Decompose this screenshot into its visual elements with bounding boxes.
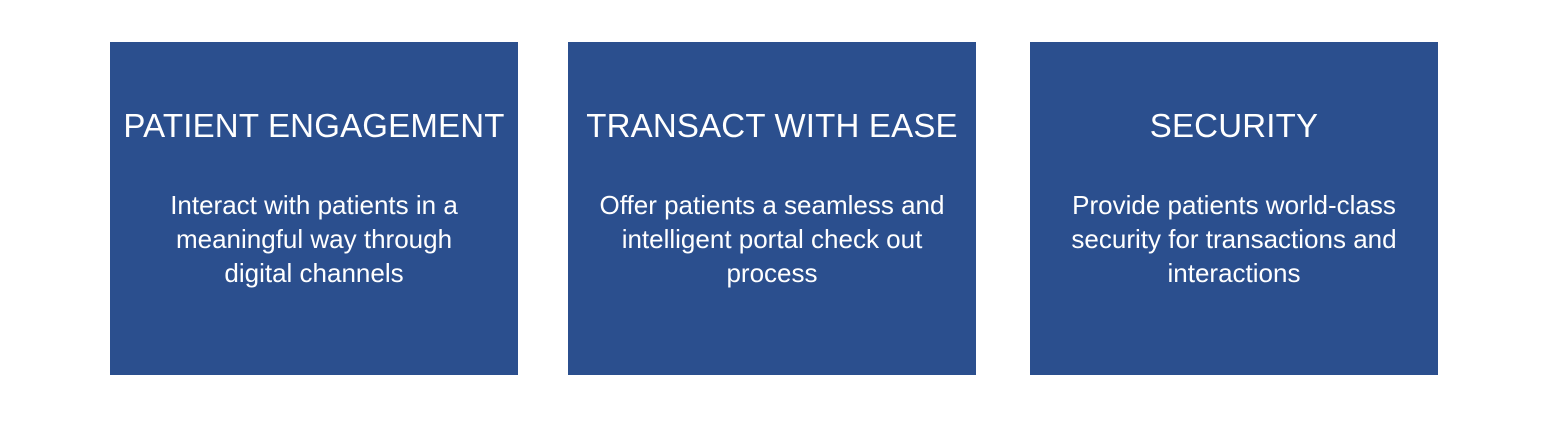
card-description: Provide patients world-class security fo…	[1048, 188, 1420, 290]
card-description-line: meaningful way through	[175, 224, 453, 254]
card-title: PATIENT ENGAGEMENT	[123, 107, 505, 144]
card-description-line: interactions	[1167, 258, 1301, 288]
card-description-line: intelligent portal check out	[621, 224, 923, 254]
card-description: Offer patients a seamless and intelligen…	[586, 188, 958, 290]
feature-card-patient-engagement: PATIENT ENGAGEMENT Interact with patient…	[110, 42, 518, 375]
card-title: TRANSACT WITH EASE	[586, 107, 958, 144]
card-description-line: security for transactions and	[1071, 224, 1397, 254]
feature-card-transact-with-ease: TRANSACT WITH EASE Offer patients a seam…	[568, 42, 976, 375]
card-description-line: process	[726, 258, 818, 288]
feature-card-security: SECURITY Provide patients world-class se…	[1030, 42, 1438, 375]
card-description: Interact with patients in a meaningful w…	[128, 188, 500, 290]
card-title: SECURITY	[1149, 107, 1319, 144]
card-description-line: Interact with patients in a	[170, 190, 458, 220]
card-description-line: Offer patients a seamless and	[599, 190, 945, 220]
card-description-line: Provide patients world-class	[1072, 190, 1396, 220]
card-description-line: digital channels	[224, 258, 404, 288]
